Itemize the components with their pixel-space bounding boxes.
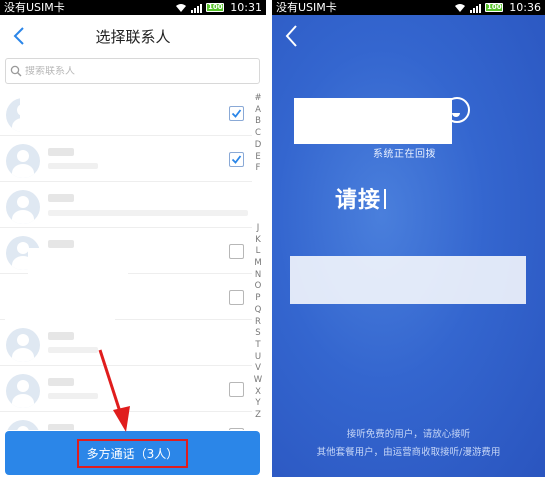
alphabet-index-letter[interactable]: K [255,235,261,247]
alphabet-index-letter[interactable]: F [256,163,261,175]
contact-row[interactable] [0,136,252,182]
please-answer-text: 请接 [335,188,382,213]
alphabet-index-letter[interactable]: U [255,352,261,364]
contact-checkbox[interactable] [229,152,244,167]
search-box[interactable] [5,58,260,84]
alphabet-index-letter[interactable]: R [255,317,261,329]
contact-name-redacted [48,332,74,340]
alphabet-index[interactable]: # A B C D E F J K L M N O P Q R S T U V W X Y Z [252,93,264,422]
redacted-block [294,98,452,144]
alphabet-index-letter[interactable]: V [255,363,261,375]
alphabet-index-letter[interactable]: L [256,246,261,258]
battery-icon: 100 [206,3,225,12]
alphabet-index-letter[interactable]: Y [255,398,260,410]
wifi-icon [175,3,187,13]
contact-row[interactable] [0,90,252,136]
status-bar: 没有USIM卡 100 10:31 [0,0,266,15]
alphabet-index-letter[interactable]: Z [255,410,261,422]
search-input[interactable] [25,65,245,77]
handset-circle-icon [444,97,470,123]
check-icon [231,155,242,164]
redacted-block [290,256,526,304]
battery-icon: 100 [485,3,504,12]
search-icon [10,65,22,77]
battery-level: 100 [207,3,223,11]
clock: 10:36 [509,1,541,14]
contact-checkbox[interactable] [229,106,244,121]
contact-checkbox[interactable] [229,290,244,305]
carrier-label: 没有USIM卡 [276,1,337,14]
contact-name-redacted [48,240,74,248]
back-chevron-icon[interactable] [284,24,300,48]
contact-row[interactable] [0,320,252,366]
alphabet-index-letter[interactable]: N [255,270,261,282]
contact-checkbox[interactable] [229,382,244,397]
alphabet-index-letter[interactable]: Q [255,305,262,317]
contact-picker-screen: 没有USIM卡 100 10:31 选择联系人 搜索联系人 # A B C D … [0,0,266,477]
page-title: 选择联系人 [95,27,171,46]
status-bar: 没有USIM卡 100 10:36 [272,0,545,15]
alphabet-index-letter[interactable]: W [254,375,262,387]
contact-name-redacted [48,148,74,156]
alphabet-index-letter[interactable]: T [255,340,260,352]
signal-icon [191,3,203,13]
phone-icon [357,100,369,106]
alphabet-index-letter[interactable]: E [255,152,260,164]
contact-number-redacted [48,163,98,169]
contact-checkbox[interactable] [229,244,244,259]
please-answer-heading: 请接 [335,182,387,214]
contact-number-redacted [48,347,98,353]
callback-status-text: 系统正在回拨 [373,149,436,160]
contact-list [0,90,252,430]
contact-row[interactable] [0,182,252,228]
contact-number-redacted [48,210,248,216]
footer-note-line2: 其他套餐用户，由运营商收取接听/漫游费用 [316,447,501,458]
alphabet-index-letter[interactable]: X [255,387,261,399]
contact-checkbox[interactable] [229,428,244,430]
avatar [6,374,40,408]
contact-number-redacted [48,393,98,399]
contact-name-redacted [48,194,74,202]
contact-row[interactable] [0,366,252,412]
clock: 10:31 [230,1,262,14]
contact-name-redacted [48,424,74,430]
avatar [6,328,40,362]
signal-icon [470,3,482,13]
alphabet-index-letter[interactable]: S [255,328,260,340]
alphabet-index-letter[interactable]: M [254,258,261,270]
battery-level: 100 [486,3,502,11]
multi-call-button[interactable]: 多方通话（3人） [5,431,260,475]
carrier-label: 没有USIM卡 [4,1,65,14]
avatar [6,190,40,224]
wifi-icon [454,3,466,13]
alphabet-index-letter[interactable]: J [257,223,260,235]
alphabet-index-letter[interactable]: P [255,293,260,305]
multi-call-label: 多方通话（3人） [76,438,189,468]
alphabet-index-letter[interactable]: B [255,116,261,128]
callback-screen: 没有USIM卡 100 10:36 系统正在回拨 请接 接听免费的用户，请放心接… [272,0,545,477]
alphabet-index-letter[interactable]: A [255,105,261,117]
contact-row[interactable] [0,274,252,320]
alphabet-index-letter[interactable]: D [255,140,262,152]
header: 选择联系人 [0,15,266,57]
back-chevron-icon[interactable] [10,26,30,46]
alphabet-index-letter[interactable]: C [255,128,261,140]
contact-name-redacted [48,378,74,386]
check-icon [231,109,242,118]
avatar [6,144,40,178]
avatar [6,420,40,430]
alphabet-index-letter[interactable]: # [254,93,261,105]
footer-note-line1: 接听免费的用户，请放心接听 [346,429,471,440]
alphabet-index-letter[interactable]: O [255,281,262,293]
contact-row[interactable] [0,228,252,274]
contact-row[interactable] [0,412,252,430]
